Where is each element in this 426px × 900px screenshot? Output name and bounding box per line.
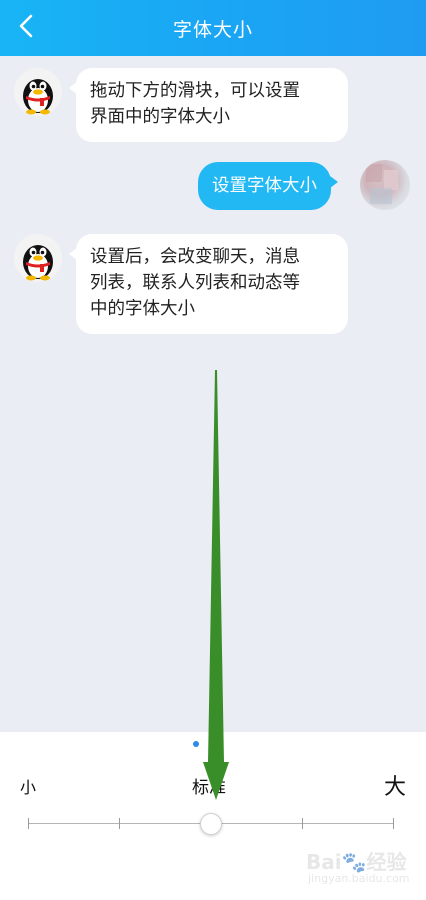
message-line: 设置后，会改变聊天，消息 xyxy=(90,247,300,267)
message-line: 列表，联系人列表和动态等 xyxy=(90,273,300,293)
qq-penguin-avatar xyxy=(14,68,62,116)
qq-penguin-avatar xyxy=(14,234,62,282)
message-line: 中的字体大小 xyxy=(90,299,195,319)
slider-tick[interactable] xyxy=(393,818,394,829)
watermark-url: jingyan.baidu.com xyxy=(308,872,410,885)
message-bubble-self: 设置字体大小 xyxy=(198,162,338,210)
message-line: 设置字体大小 xyxy=(212,176,317,196)
font-size-slider[interactable] xyxy=(28,813,396,835)
message-line: 拖动下方的滑块，可以设置 xyxy=(90,81,300,101)
baidu-jingyan-watermark: Bai🐾经验 jingyan.baidu.com xyxy=(306,842,422,890)
title-bar: 字体大小 xyxy=(0,0,426,56)
message-bubble: 拖动下方的滑块，可以设置 界面中的字体大小 xyxy=(69,68,348,142)
user-avatar xyxy=(360,160,410,210)
penguin-icon xyxy=(23,79,53,115)
message-line: 界面中的字体大小 xyxy=(90,107,230,127)
slider-tick[interactable] xyxy=(119,818,120,829)
slider-thumb[interactable] xyxy=(200,813,222,835)
label-small: 小 xyxy=(20,778,37,797)
watermark-text: Bai🐾经验 xyxy=(306,850,407,874)
page-title: 字体大小 xyxy=(172,19,253,41)
label-large: 大 xyxy=(384,775,407,800)
slider-tick[interactable] xyxy=(302,818,303,829)
message-bubble: 设置后，会改变聊天，消息 列表，联系人列表和动态等 中的字体大小 xyxy=(69,234,348,334)
down-arrow-annotation-icon xyxy=(203,370,229,800)
slider-tick[interactable] xyxy=(28,818,29,829)
penguin-icon xyxy=(23,245,53,281)
